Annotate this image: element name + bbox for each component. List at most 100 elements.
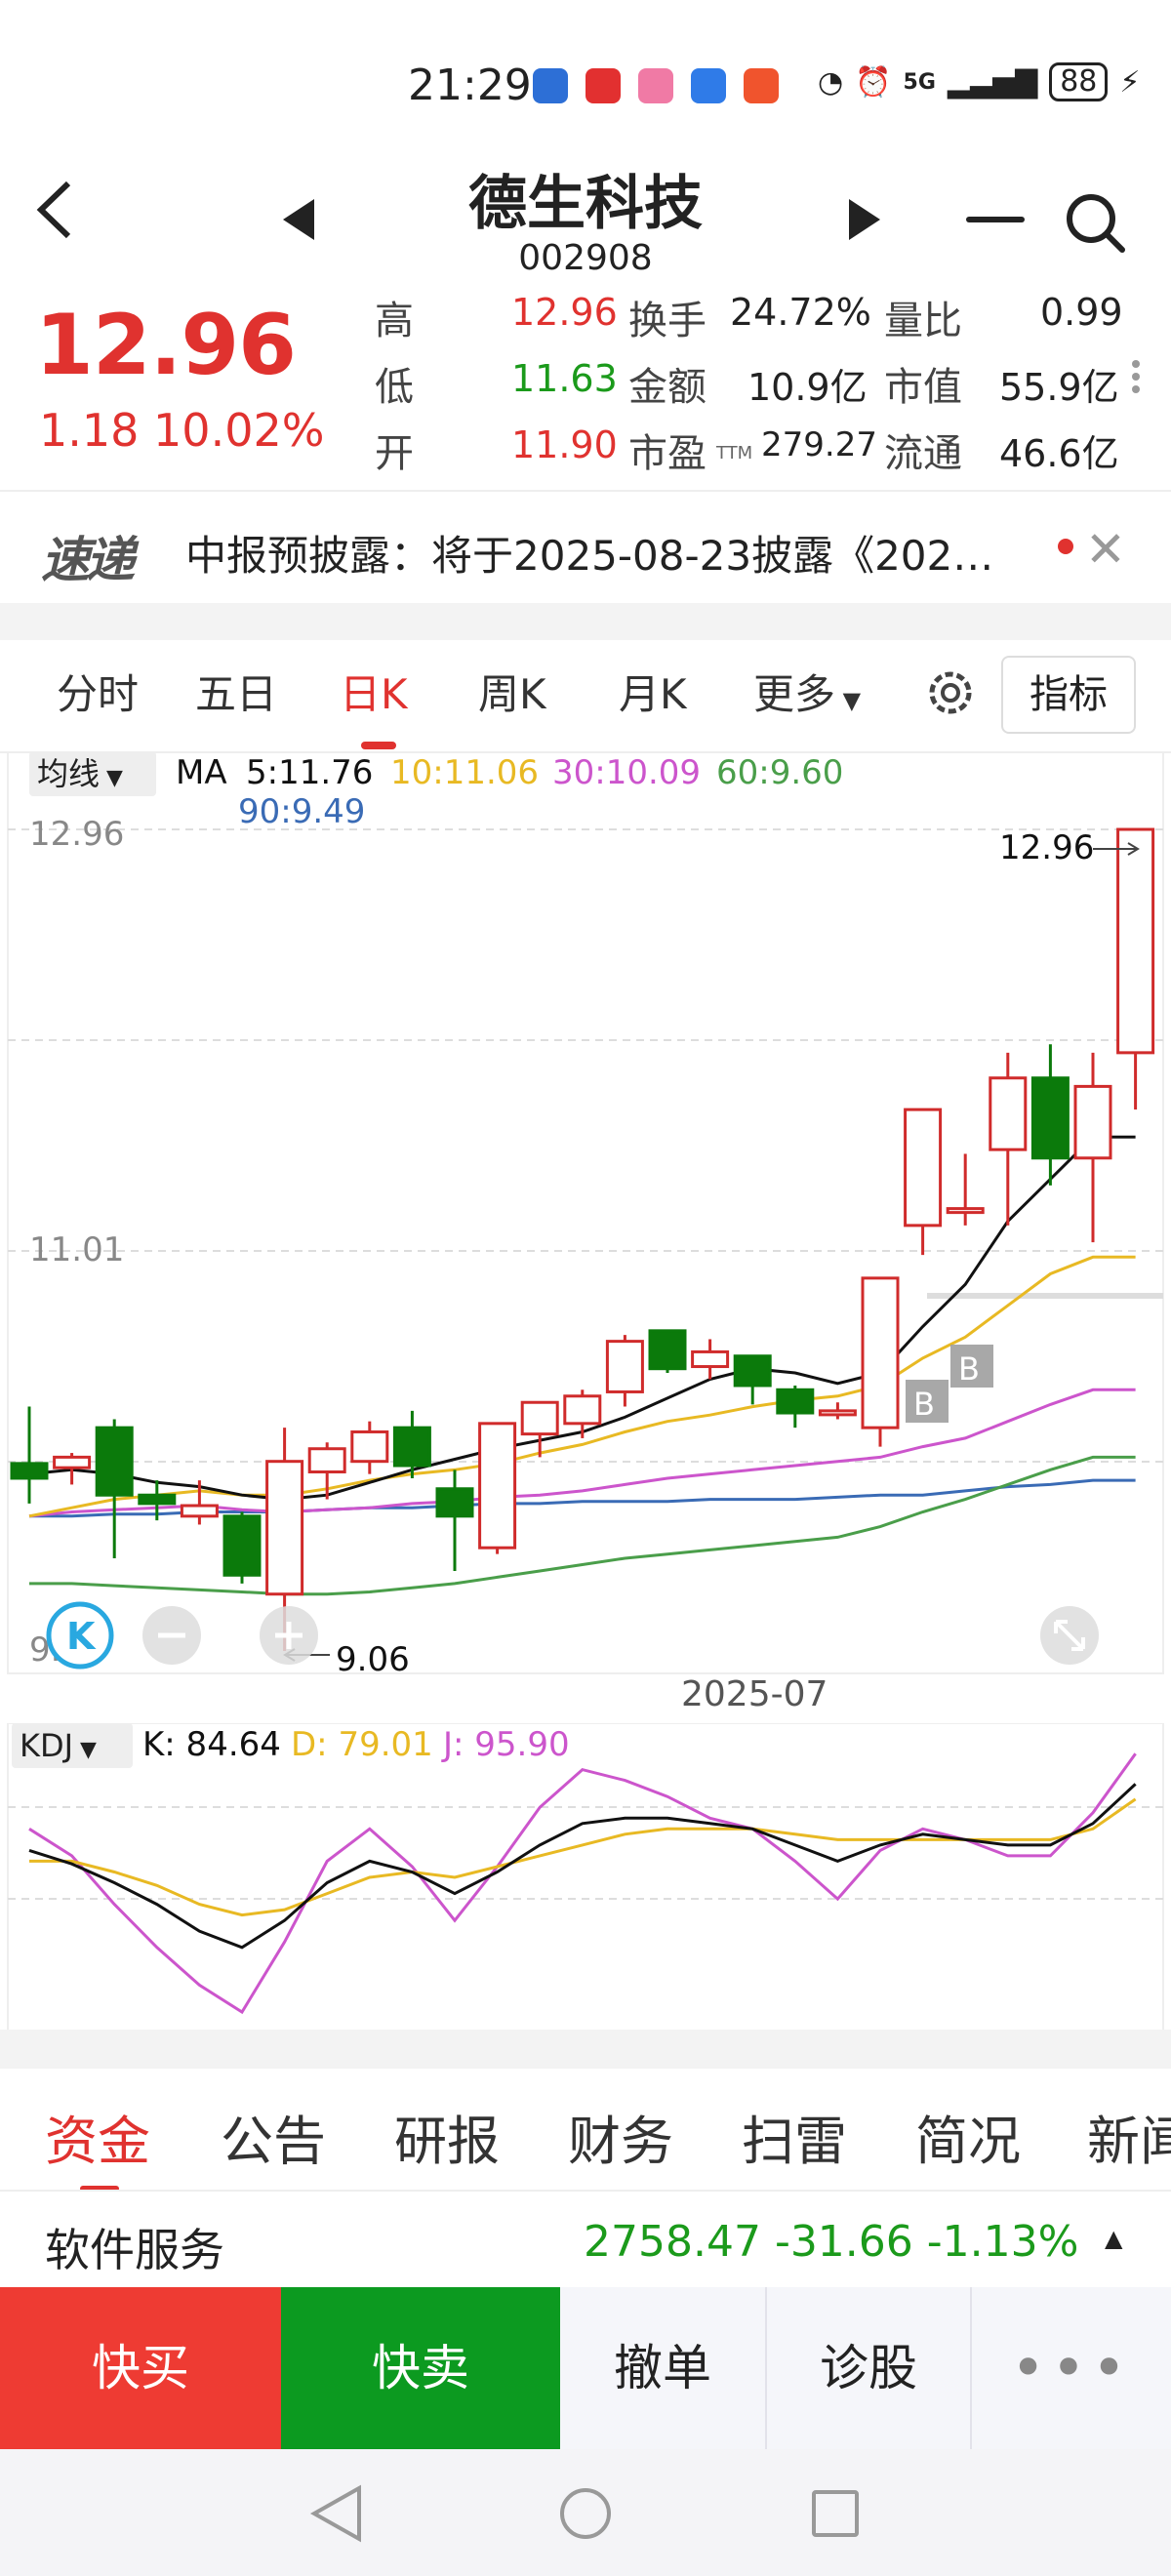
tab-profile[interactable]: 简况 (915, 2098, 1021, 2175)
candle (946, 1153, 985, 1226)
candle (1073, 1052, 1112, 1243)
price-change: 1.18 10.02% (39, 404, 325, 457)
stock-code: 002908 (518, 238, 653, 278)
candle-body (478, 1422, 517, 1550)
candle-body (392, 1426, 431, 1468)
volume-ratio-value: 0.99 (1040, 291, 1123, 334)
tab-finance[interactable]: 财务 (568, 2098, 673, 2175)
candle (520, 1400, 559, 1458)
candle (435, 1469, 474, 1571)
signal-icon: ▂▃▅▇ (947, 64, 1038, 100)
candlestick-chart[interactable]: 12.96 11.01 9.06 12.96 9.06 B B K (0, 751, 1171, 1678)
more-actions-button[interactable]: ••• (970, 2287, 1171, 2449)
caret-up-icon[interactable]: ▲ (1105, 2225, 1122, 2252)
active-tab-indicator (361, 742, 396, 749)
section-gap (0, 2030, 1171, 2069)
pe-value: 279.27 (761, 425, 877, 464)
candle-body (1073, 1084, 1112, 1160)
candle (776, 1385, 815, 1429)
quick-buy-button[interactable]: 快买 (0, 2287, 281, 2449)
low-value: 11.63 (511, 357, 618, 400)
nav-home-icon[interactable] (560, 2488, 611, 2539)
chart-settings-button[interactable] (921, 664, 980, 726)
sector-index: 2758.47 -31.66 -1.13% (584, 2217, 1079, 2267)
candle (10, 1406, 49, 1504)
candle (605, 1335, 644, 1407)
candle-body (1030, 1076, 1070, 1160)
kdj-j-line (28, 1752, 1137, 2015)
tab-news[interactable]: 新闻 (1087, 2098, 1171, 2175)
status-indicators: ◔ ⏰ 5G ▂▃▅▇ 88 ⚡ (818, 62, 1140, 101)
indicator-button[interactable]: 指标 (1001, 656, 1136, 734)
tab-five-day[interactable]: 五日 (195, 662, 277, 721)
float-cap-value: 46.6亿 (999, 432, 1119, 475)
app-icon-4 (691, 68, 726, 103)
tab-daily-k[interactable]: 日K (340, 662, 408, 721)
charging-icon: ⚡ (1119, 64, 1141, 100)
diagnose-button[interactable]: 诊股 (765, 2287, 970, 2449)
news-text[interactable]: 中报预披露：将于2025-08-23披露《202… (185, 523, 1064, 583)
triangle-right-icon (849, 199, 880, 240)
tab-intraday[interactable]: 分时 (57, 662, 139, 721)
candle (53, 1453, 92, 1485)
triangle-left-icon (283, 199, 314, 240)
tab-research[interactable]: 研报 (394, 2098, 500, 2175)
search-button[interactable] (1064, 191, 1128, 256)
candle (180, 1480, 219, 1525)
news-logo: 速递 (41, 532, 135, 588)
kdj-chart[interactable] (0, 1723, 1171, 2032)
sector-name[interactable]: 软件服务 (45, 2215, 224, 2279)
quick-sell-button[interactable]: 快卖 (281, 2287, 560, 2449)
back-button[interactable] (29, 176, 98, 263)
tab-announcement[interactable]: 公告 (221, 2098, 326, 2175)
candle-body (648, 1329, 687, 1371)
min-price-marker: 9.06 (336, 1640, 410, 1678)
tab-more-label: 更多 (753, 670, 836, 718)
app-icon-3 (638, 68, 673, 103)
kdj-k-line (28, 1783, 1137, 1950)
tab-weekly-k[interactable]: 周K (478, 662, 546, 721)
candle-body (307, 1447, 346, 1473)
candle (1116, 827, 1155, 1110)
candle-body (691, 1349, 730, 1369)
amount-label: 金额 (628, 365, 707, 410)
candle (1030, 1044, 1070, 1186)
candle (95, 1419, 134, 1559)
candle-body (946, 1207, 985, 1215)
candle (989, 1052, 1028, 1226)
cancel-order-button[interactable]: 撤单 (560, 2287, 765, 2449)
pe-sub-label: TTM (716, 443, 753, 463)
tab-fund[interactable]: 资金 (45, 2098, 150, 2175)
candle-body (904, 1107, 943, 1228)
candle (733, 1354, 772, 1405)
previous-stock-button[interactable] (279, 195, 328, 254)
kdj-d-line (29, 1797, 1137, 1917)
ma60-line (29, 1455, 1136, 1596)
app-icon-1 (533, 68, 568, 103)
high-label: 高 (375, 299, 414, 343)
candle-body (989, 1076, 1028, 1151)
candle-body (520, 1400, 559, 1436)
tab-risk-scan[interactable]: 扫雷 (742, 2098, 847, 2175)
candle-body (818, 1409, 857, 1417)
app-icon-5 (744, 68, 779, 103)
nav-recents-icon[interactable] (812, 2490, 859, 2537)
market-cap-label: 市值 (884, 365, 962, 410)
nav-back-icon[interactable] (309, 2484, 361, 2543)
candle (861, 1276, 900, 1447)
tab-more[interactable]: 更多 ▼ (753, 662, 861, 721)
tab-monthly-k[interactable]: 月K (619, 662, 687, 721)
volume-ratio-label: 量比 (884, 299, 962, 343)
next-stock-button[interactable] (845, 195, 894, 254)
candle-body (180, 1504, 219, 1518)
buy-marker-2: B (958, 1350, 980, 1388)
k-logo-letter: K (66, 1615, 97, 1658)
candle-body (605, 1340, 644, 1393)
candle-body (1116, 827, 1155, 1055)
remove-watchlist-button[interactable] (966, 217, 1025, 222)
float-cap-label: 流通 (884, 431, 962, 476)
status-time: 21:29 (408, 60, 532, 110)
close-icon[interactable]: ✕ (1085, 521, 1126, 578)
candle (818, 1402, 857, 1420)
more-quote-icon[interactable] (1132, 355, 1146, 398)
